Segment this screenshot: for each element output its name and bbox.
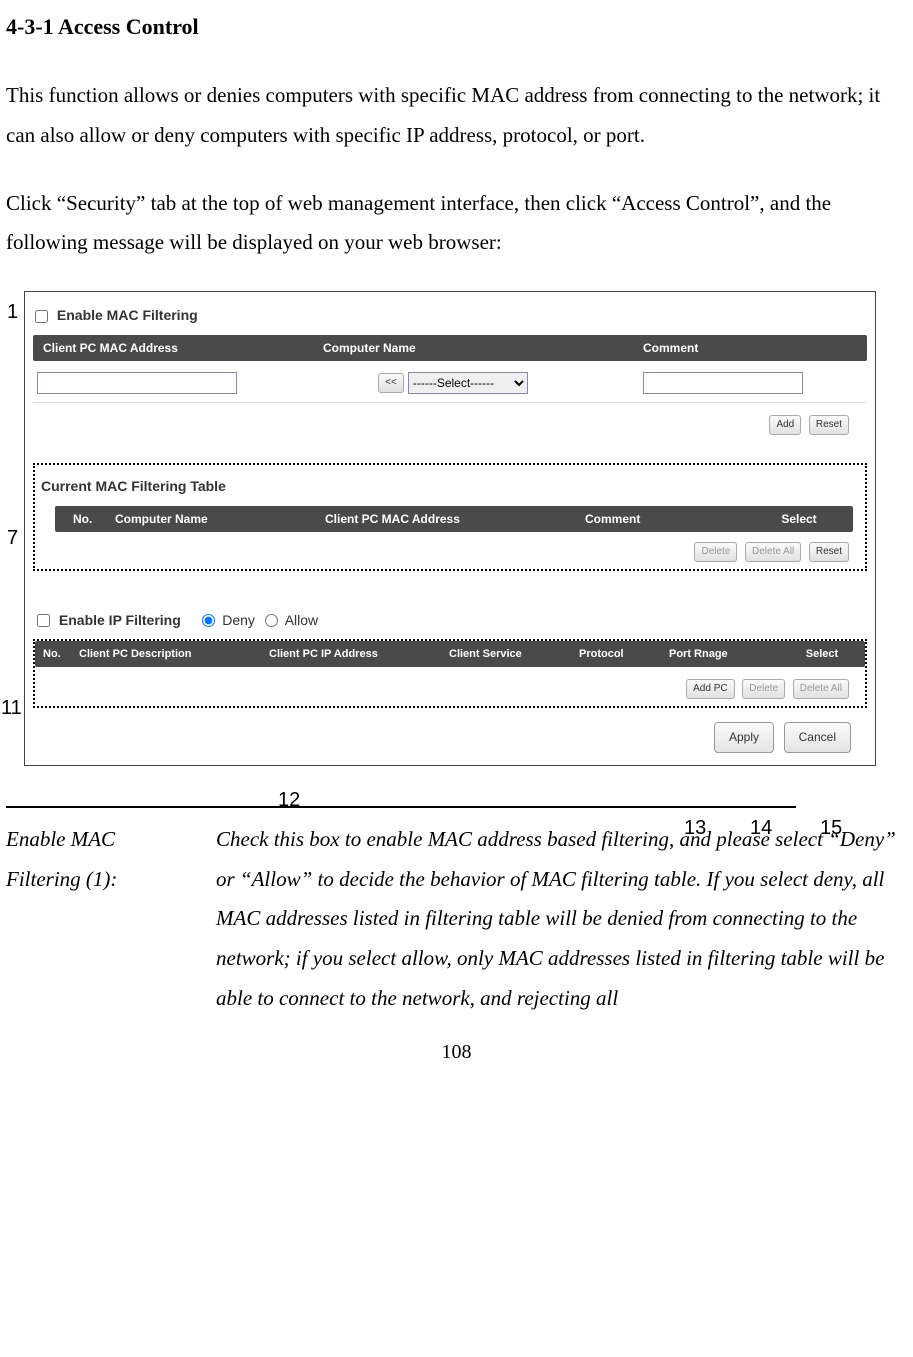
ip-col-select: Select <box>779 644 865 665</box>
ip-col-desc: Client PC Description <box>79 644 269 665</box>
allow-label: Allow <box>285 612 318 628</box>
enable-mac-filtering-label: Enable MAC Filtering <box>57 307 198 323</box>
intro-paragraph-1: This function allows or denies computers… <box>6 76 907 156</box>
mac-input-header: Client PC MAC Address Computer Name Comm… <box>33 335 867 361</box>
callout-12: 12 <box>278 781 300 819</box>
add-button[interactable]: Add <box>769 415 801 435</box>
mac-table-header: No. Computer Name Client PC MAC Address … <box>55 506 853 532</box>
definition-row: Enable MAC Filtering (1): Check this box… <box>6 820 906 1019</box>
callout-7: 7 <box>7 519 18 557</box>
reset-button[interactable]: Reset <box>809 415 849 435</box>
page-number: 108 <box>6 1033 907 1071</box>
delete-all-button[interactable]: Delete All <box>745 542 801 562</box>
mac-input-row: << ------Select------ <box>33 361 867 403</box>
apply-cancel-row: Apply Cancel <box>33 708 867 755</box>
computer-name-select[interactable]: ------Select------ <box>408 372 528 394</box>
comment-input[interactable] <box>643 372 803 394</box>
callout-15: 15 <box>820 809 842 847</box>
intro-paragraph-2: Click “Security” tab at the top of web m… <box>6 184 907 264</box>
cancel-button[interactable]: Cancel <box>784 722 851 753</box>
reset-button-2[interactable]: Reset <box>809 542 849 562</box>
allow-radio[interactable] <box>265 614 278 627</box>
ip-col-protocol: Protocol <box>579 644 669 665</box>
client-mac-input[interactable] <box>37 372 237 394</box>
ip-col-service: Client Service <box>449 644 579 665</box>
ip-col-no: No. <box>35 644 79 665</box>
definition-description: Check this box to enable MAC address bas… <box>216 820 906 1019</box>
deny-radio[interactable] <box>202 614 215 627</box>
apply-button[interactable]: Apply <box>714 722 774 753</box>
ip-table-buttons: Add PC Delete Delete All <box>35 667 865 706</box>
insert-button[interactable]: << <box>378 373 404 393</box>
enable-mac-filtering-checkbox[interactable] <box>35 310 48 323</box>
definition-term: Enable MAC Filtering (1): <box>6 820 216 1019</box>
router-screenshot: Enable MAC Filtering Client PC MAC Addre… <box>24 291 876 765</box>
ip-delete-all-button[interactable]: Delete All <box>793 679 849 699</box>
current-mac-table-title: Current MAC Filtering Table <box>37 467 863 506</box>
screenshot-figure-wrap: 1 2 3 4 5 6 7 8 9 10 11 12 13 14 15 Enab… <box>24 291 907 765</box>
header-client-mac: Client PC MAC Address <box>33 337 293 360</box>
section-heading: 4-3-1 Access Control <box>6 6 907 48</box>
col-client-mac: Client PC MAC Address <box>325 508 585 531</box>
header-computer-name: Computer Name <box>293 337 613 360</box>
ip-col-port: Port Rnage <box>669 644 779 665</box>
col-comment: Comment <box>585 508 745 531</box>
enable-mac-filtering-row: Enable MAC Filtering <box>33 298 867 335</box>
enable-ip-filtering-row: Enable IP Filtering Deny Allow <box>33 599 867 638</box>
current-mac-table-box: Current MAC Filtering Table No. Computer… <box>33 463 867 570</box>
header-comment: Comment <box>613 337 867 360</box>
callout-11: 11 <box>1 689 22 727</box>
ip-delete-button[interactable]: Delete <box>742 679 785 699</box>
enable-ip-filtering-checkbox[interactable] <box>37 614 50 627</box>
callout-13: 13 <box>684 809 706 847</box>
ip-filtering-box: No. Client PC Description Client PC IP A… <box>33 639 867 708</box>
divider <box>6 806 796 808</box>
callout-14: 14 <box>750 809 772 847</box>
add-pc-button[interactable]: Add PC <box>686 679 734 699</box>
delete-button[interactable]: Delete <box>694 542 737 562</box>
ip-table-header: No. Client PC Description Client PC IP A… <box>35 641 865 667</box>
mac-table-buttons: Delete Delete All Reset <box>37 532 863 567</box>
col-computer-name: Computer Name <box>115 508 325 531</box>
ip-col-ip: Client PC IP Address <box>269 644 449 665</box>
col-select: Select <box>745 508 853 531</box>
deny-label: Deny <box>222 612 255 628</box>
callout-1: 1 <box>7 293 18 331</box>
mac-add-reset-row: Add Reset <box>33 403 867 440</box>
enable-ip-filtering-label: Enable IP Filtering <box>59 612 181 628</box>
col-no: No. <box>55 508 115 531</box>
